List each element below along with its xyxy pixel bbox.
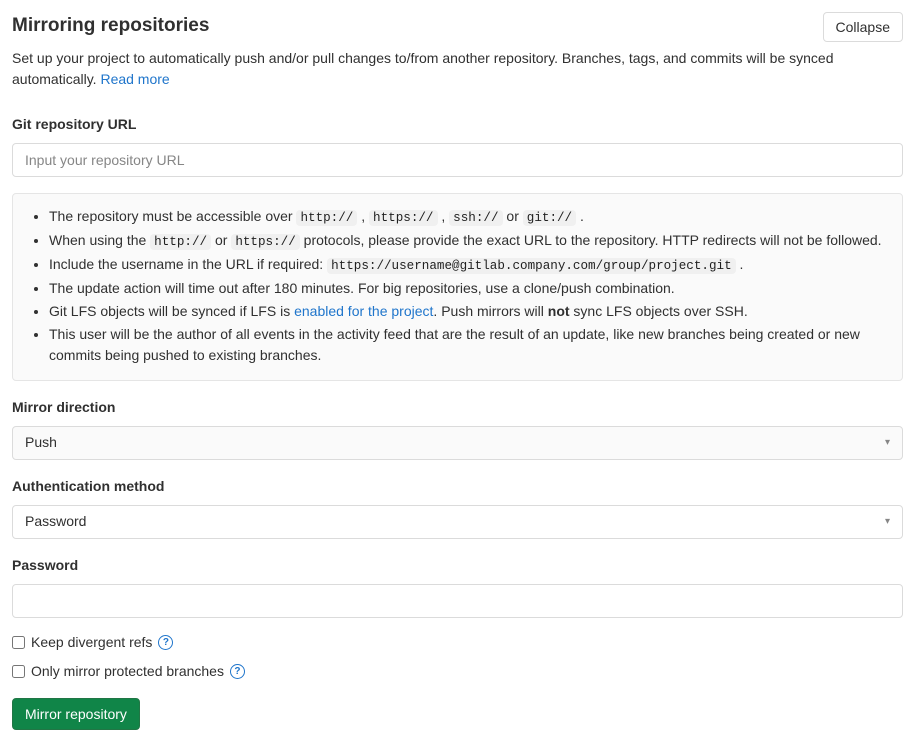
mirror-repository-button[interactable]: Mirror repository (12, 698, 140, 730)
lfs-enabled-link[interactable]: enabled for the project (294, 303, 433, 319)
repo-url-label: Git repository URL (12, 114, 903, 135)
info-item: When using the http:// or https:// proto… (49, 230, 886, 252)
section-description: Set up your project to automatically pus… (12, 48, 903, 90)
collapse-button[interactable]: Collapse (823, 12, 903, 42)
password-label: Password (12, 555, 903, 576)
protected-branches-label: Only mirror protected branches (31, 661, 224, 682)
info-box: The repository must be accessible over h… (12, 193, 903, 381)
mirror-direction-select[interactable]: Push ▾ (12, 426, 903, 460)
chevron-down-icon: ▾ (885, 435, 890, 450)
info-item: This user will be the author of all even… (49, 324, 886, 366)
keep-divergent-checkbox[interactable] (12, 636, 25, 649)
auth-method-label: Authentication method (12, 476, 903, 497)
read-more-link[interactable]: Read more (100, 71, 169, 87)
info-item: The update action will time out after 18… (49, 278, 886, 299)
section-title: Mirroring repositories (12, 12, 209, 41)
help-icon[interactable]: ? (230, 664, 245, 679)
protected-branches-checkbox[interactable] (12, 665, 25, 678)
chevron-down-icon: ▾ (885, 514, 890, 529)
auth-method-select[interactable]: Password ▾ (12, 505, 903, 539)
info-item: Include the username in the URL if requi… (49, 254, 886, 276)
repo-url-input[interactable] (12, 143, 903, 177)
keep-divergent-label: Keep divergent refs (31, 632, 152, 653)
mirror-direction-label: Mirror direction (12, 397, 903, 418)
mirror-direction-value: Push (25, 432, 57, 453)
help-icon[interactable]: ? (158, 635, 173, 650)
info-item: Git LFS objects will be synced if LFS is… (49, 301, 886, 322)
password-input[interactable] (12, 584, 903, 618)
auth-method-value: Password (25, 511, 86, 532)
info-item: The repository must be accessible over h… (49, 206, 886, 228)
